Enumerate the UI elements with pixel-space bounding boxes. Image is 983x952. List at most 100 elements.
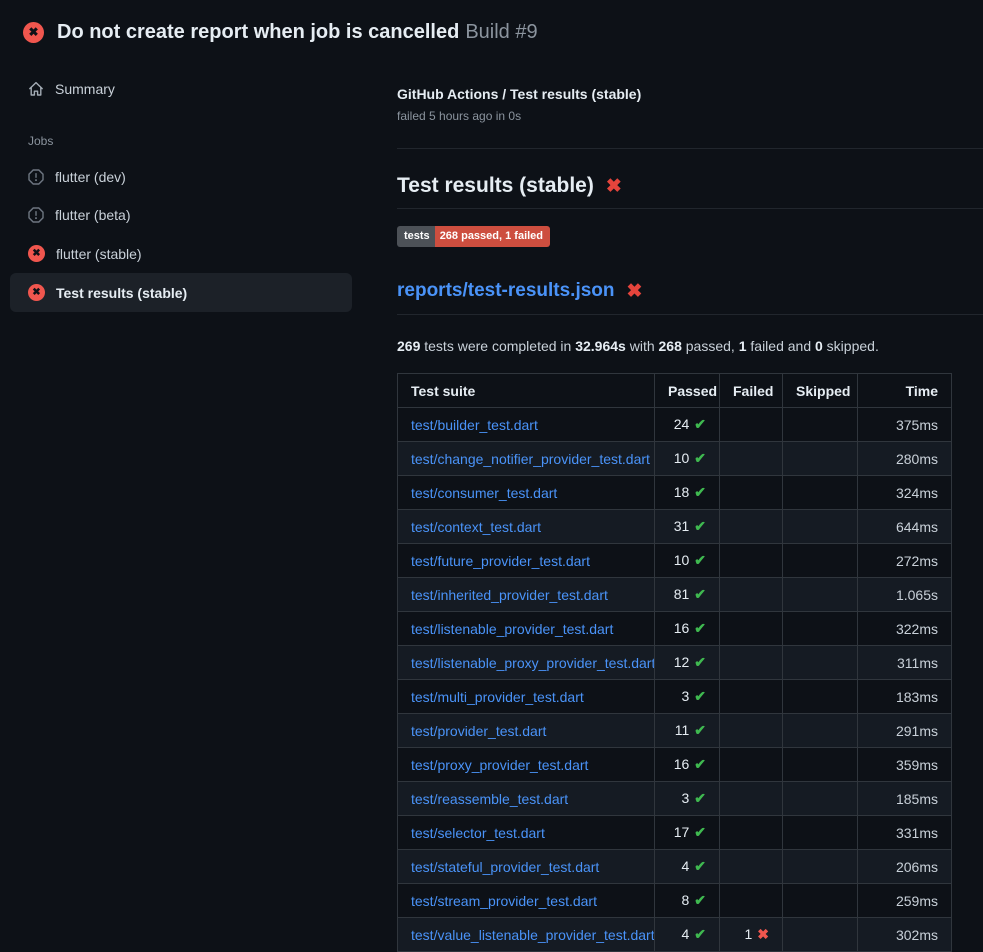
passed-cell: 3✔ — [655, 782, 720, 816]
suite-link[interactable]: test/stream_provider_test.dart — [411, 893, 597, 909]
table-row: test/provider_test.dart11✔291ms — [398, 714, 952, 748]
column-header: Test suite — [398, 374, 655, 408]
summary-segment: with — [626, 338, 659, 354]
home-icon — [28, 81, 44, 97]
suite-cell: test/stream_provider_test.dart — [398, 884, 655, 918]
jobs-section-label: Jobs — [0, 108, 397, 158]
summary-segment: 32.964s — [575, 338, 626, 354]
skipped-cell — [783, 748, 858, 782]
suite-link[interactable]: test/provider_test.dart — [411, 723, 546, 739]
table-row: test/context_test.dart 31✔ 644ms — [398, 510, 952, 544]
count-value: 1 — [744, 926, 752, 942]
time-cell: 302ms — [858, 918, 952, 952]
suite-link[interactable]: test/proxy_provider_test.dart — [411, 757, 588, 773]
passed-cell: 18✔ — [655, 476, 720, 510]
table-row: test/listenable_provider_test.dart16✔322… — [398, 612, 952, 646]
table-row: test/future_provider_test.dart10✔272ms — [398, 544, 952, 578]
suite-link[interactable]: test/selector_test.dart — [411, 825, 545, 841]
suite-link[interactable]: test/stateful_provider_test.dart — [411, 859, 599, 875]
suite-cell: test/listenable_proxy_provider_test.dart — [398, 646, 655, 680]
check-icon: ✔ — [694, 416, 706, 432]
failed-cell — [720, 714, 783, 748]
column-header: Time — [858, 374, 952, 408]
failed-cell — [720, 646, 783, 680]
failed-cell — [720, 544, 783, 578]
time-cell: 272ms — [858, 544, 952, 578]
sidebar-item-job[interactable]: flutter (dev) — [10, 158, 352, 196]
run-header: ✖ Do not create report when job is cance… — [0, 0, 983, 56]
summary-segment: 269 — [397, 338, 420, 354]
suite-link[interactable]: test/context_test.dart — [411, 519, 541, 535]
passed-cell: 4✔ — [655, 850, 720, 884]
count-value: 81 — [674, 586, 690, 602]
table-row: test/listenable_proxy_provider_test.dart… — [398, 646, 952, 680]
suite-cell: test/change_notifier_provider_test.dart — [398, 442, 655, 476]
skipped-cell — [783, 884, 858, 918]
table-body: test/builder_test.dart24✔375mstest/chang… — [398, 408, 952, 952]
main-panel: GitHub Actions / Test results (stable) f… — [397, 56, 983, 952]
failed-cell — [720, 442, 783, 476]
table-row: test/builder_test.dart24✔375ms — [398, 408, 952, 442]
suite-link[interactable]: test/future_provider_test.dart — [411, 553, 590, 569]
count-value: 3 — [681, 790, 689, 806]
table-row: test/selector_test.dart17✔331ms — [398, 816, 952, 850]
suite-link[interactable]: test/multi_provider_test.dart — [411, 689, 584, 705]
suite-link[interactable]: test/listenable_proxy_provider_test.dart — [411, 655, 655, 671]
suite-cell: test/inherited_provider_test.dart — [398, 578, 655, 612]
sidebar-item-job[interactable]: flutter (beta) — [10, 196, 352, 234]
test-results-table: Test suitePassedFailedSkippedTime test/b… — [397, 373, 952, 952]
passed-cell: 31✔ — [655, 510, 720, 544]
suite-link[interactable]: test/change_notifier_provider_test.dart — [411, 451, 650, 467]
jobs-list: flutter (dev)flutter (beta)✖flutter (sta… — [0, 158, 397, 312]
passed-cell: 11✔ — [655, 714, 720, 748]
suite-link[interactable]: test/listenable_provider_test.dart — [411, 621, 613, 637]
summary-segment: 1 — [739, 338, 747, 354]
suite-link[interactable]: test/reassemble_test.dart — [411, 791, 568, 807]
suite-cell: test/future_provider_test.dart — [398, 544, 655, 578]
failed-cell — [720, 850, 783, 884]
table-row: test/change_notifier_provider_test.dart1… — [398, 442, 952, 476]
report-file-link[interactable]: reports/test-results.json — [397, 280, 615, 302]
suite-link[interactable]: test/value_listenable_provider_test.dart — [411, 927, 655, 943]
suite-cell: test/consumer_test.dart — [398, 476, 655, 510]
sidebar-item-job[interactable]: ✖Test results (stable) — [10, 273, 352, 312]
time-cell: 259ms — [858, 884, 952, 918]
check-icon: ✔ — [694, 756, 706, 772]
suite-cell: test/selector_test.dart — [398, 816, 655, 850]
skipped-cell — [783, 544, 858, 578]
sidebar-item-summary[interactable]: Summary — [0, 70, 397, 108]
summary-sentence: 269 tests were completed in 32.964s with… — [397, 338, 983, 354]
table-row: test/inherited_provider_test.dart81✔1.06… — [398, 578, 952, 612]
time-cell: 644ms — [858, 510, 952, 544]
suite-link[interactable]: test/inherited_provider_test.dart — [411, 587, 608, 603]
suite-cell: test/listenable_provider_test.dart — [398, 612, 655, 646]
badge-message: 268 passed, 1 failed — [435, 226, 550, 247]
suite-cell: test/provider_test.dart — [398, 714, 655, 748]
time-cell: 280ms — [858, 442, 952, 476]
passed-cell: 16✔ — [655, 612, 720, 646]
passed-cell: 81✔ — [655, 578, 720, 612]
skipped-cell — [783, 442, 858, 476]
time-cell: 375ms — [858, 408, 952, 442]
count-value: 12 — [674, 654, 690, 670]
check-icon: ✔ — [694, 722, 706, 738]
sidebar: Summary Jobs flutter (dev)flutter (beta)… — [0, 56, 397, 312]
table-row: test/reassemble_test.dart3✔185ms — [398, 782, 952, 816]
count-value: 18 — [674, 484, 690, 500]
summary-segment: failed and — [747, 338, 816, 354]
time-cell: 359ms — [858, 748, 952, 782]
time-cell: 331ms — [858, 816, 952, 850]
x-circle-fill-icon: ✖ — [28, 284, 45, 301]
suite-link[interactable]: test/consumer_test.dart — [411, 485, 557, 501]
check-icon: ✔ — [694, 926, 706, 942]
suite-link[interactable]: test/builder_test.dart — [411, 417, 538, 433]
failed-cell — [720, 748, 783, 782]
check-icon: ✔ — [694, 688, 706, 704]
check-icon: ✔ — [694, 824, 706, 840]
stale-octagon-icon — [28, 207, 44, 223]
failed-cell — [720, 884, 783, 918]
sidebar-item-job[interactable]: ✖flutter (stable) — [10, 234, 352, 273]
suite-cell: test/multi_provider_test.dart — [398, 680, 655, 714]
time-cell: 324ms — [858, 476, 952, 510]
time-cell: 206ms — [858, 850, 952, 884]
